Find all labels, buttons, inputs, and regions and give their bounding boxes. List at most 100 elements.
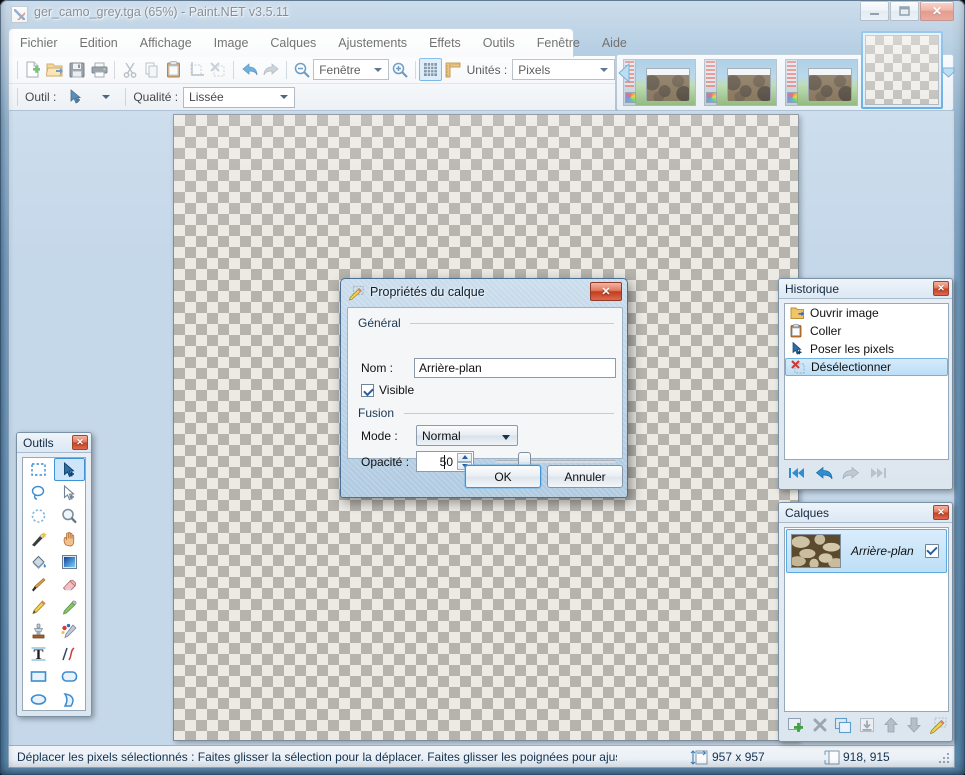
layers-panel-close-button[interactable]: ✕ bbox=[933, 505, 949, 520]
move-selected-pixels-icon[interactable] bbox=[54, 458, 85, 481]
layer-row[interactable]: Arrière-plan bbox=[786, 529, 947, 573]
thumbnail-1[interactable] bbox=[623, 59, 696, 106]
crop-icon[interactable] bbox=[185, 58, 207, 81]
tool-dropdown-arrow[interactable] bbox=[91, 87, 121, 108]
menu-effets[interactable]: Effets bbox=[418, 32, 472, 54]
cancel-button[interactable]: Annuler bbox=[547, 465, 623, 488]
history-list[interactable]: Ouvrir image Coller Poser les pixels Dés… bbox=[784, 303, 949, 460]
print-icon[interactable] bbox=[88, 58, 110, 81]
merge-layer-down-button[interactable] bbox=[857, 715, 878, 735]
paste-icon[interactable] bbox=[163, 58, 185, 81]
move-layer-up-button[interactable] bbox=[880, 715, 901, 735]
ok-button[interactable]: OK bbox=[465, 465, 541, 488]
opacity-slider-track[interactable] bbox=[496, 460, 616, 463]
clone-stamp-icon[interactable] bbox=[23, 619, 54, 642]
magic-wand-icon[interactable] bbox=[23, 527, 54, 550]
deselect-icon[interactable] bbox=[207, 58, 229, 81]
close-icon: ✕ bbox=[931, 4, 943, 18]
lasso-select-icon[interactable] bbox=[23, 481, 54, 504]
ellipse-shape-icon[interactable] bbox=[23, 688, 54, 711]
history-item-deselect[interactable]: Désélectionner bbox=[785, 358, 948, 376]
gradient-icon[interactable] bbox=[54, 550, 85, 573]
zoom-out-icon[interactable] bbox=[291, 58, 313, 81]
menu-calques[interactable]: Calques bbox=[259, 32, 327, 54]
new-icon[interactable] bbox=[22, 58, 44, 81]
blend-mode-combo[interactable]: Normal bbox=[416, 425, 518, 446]
zoom-level-combo[interactable]: Fenêtre bbox=[313, 59, 389, 80]
menu-fichier[interactable]: Fichier bbox=[9, 32, 69, 54]
visible-checkbox[interactable] bbox=[361, 384, 374, 397]
paint-bucket-icon[interactable] bbox=[23, 550, 54, 573]
pencil-icon[interactable] bbox=[23, 596, 54, 619]
layers-list[interactable]: Arrière-plan bbox=[784, 527, 949, 712]
color-picker-icon[interactable] bbox=[54, 596, 85, 619]
layer-properties-button[interactable] bbox=[927, 715, 948, 735]
freeform-shape-icon[interactable] bbox=[54, 688, 85, 711]
rectangle-select-icon[interactable] bbox=[23, 458, 54, 481]
recolor-icon[interactable] bbox=[54, 619, 85, 642]
mode-label: Mode : bbox=[361, 429, 398, 443]
zoom-in-icon[interactable] bbox=[389, 58, 411, 81]
chevron-down-icon bbox=[280, 95, 289, 99]
opacity-increment-button[interactable] bbox=[457, 453, 472, 462]
pan-icon[interactable] bbox=[54, 527, 85, 550]
layer-visibility-checkbox[interactable] bbox=[925, 544, 939, 558]
text-icon[interactable]: T bbox=[23, 642, 54, 665]
menu-outils[interactable]: Outils bbox=[472, 32, 526, 54]
undo-icon[interactable] bbox=[238, 58, 260, 81]
history-forward-button[interactable] bbox=[867, 463, 889, 483]
quality-combo[interactable]: Lissée bbox=[183, 86, 296, 108]
duplicate-layer-button[interactable] bbox=[833, 715, 854, 735]
thumbnail-strip-left-arrow[interactable] bbox=[617, 62, 631, 84]
thumbnail-desktop-bar bbox=[786, 60, 798, 105]
layer-name-input[interactable]: Arrière-plan bbox=[414, 358, 616, 378]
line-curve-icon[interactable] bbox=[54, 642, 85, 665]
menu-edition[interactable]: Edition bbox=[69, 32, 129, 54]
maximize-button[interactable] bbox=[890, 1, 919, 21]
units-combo[interactable]: Pixels bbox=[512, 59, 615, 80]
dialog-title: Propriétés du calque bbox=[370, 285, 485, 299]
thumbnail-strip-dropdown[interactable] bbox=[941, 62, 955, 80]
tools-panel-close-button[interactable]: ✕ bbox=[72, 435, 88, 450]
move-layer-down-button[interactable] bbox=[904, 715, 925, 735]
move-selected-pixels-icon[interactable] bbox=[61, 87, 91, 108]
rectangle-shape-icon[interactable] bbox=[23, 665, 54, 688]
layers-panel-title-bar: Calques ✕ bbox=[779, 503, 952, 523]
delete-layer-button[interactable] bbox=[810, 715, 831, 735]
ellipse-select-icon[interactable] bbox=[23, 504, 54, 527]
history-redo-button[interactable] bbox=[840, 463, 862, 483]
zoom-icon[interactable] bbox=[54, 504, 85, 527]
close-button[interactable]: ✕ bbox=[920, 1, 954, 21]
general-group-label: Général bbox=[358, 316, 401, 330]
history-item-paste[interactable]: Coller bbox=[785, 322, 948, 340]
save-icon[interactable] bbox=[66, 58, 88, 81]
cut-icon[interactable] bbox=[119, 58, 141, 81]
dialog-close-button[interactable]: ✕ bbox=[590, 282, 622, 301]
open-icon[interactable] bbox=[44, 58, 66, 81]
thumbnail-4[interactable] bbox=[861, 31, 943, 109]
grid-icon[interactable] bbox=[419, 58, 442, 81]
history-item-open-image[interactable]: Ouvrir image bbox=[785, 304, 948, 322]
history-panel-close-button[interactable]: ✕ bbox=[933, 281, 949, 296]
tools-panel-title-bar: Outils ✕ bbox=[17, 433, 91, 453]
history-rewind-button[interactable] bbox=[786, 463, 808, 483]
menu-fenetre[interactable]: Fenêtre bbox=[526, 32, 591, 54]
move-selection-icon[interactable] bbox=[54, 481, 85, 504]
ruler-icon[interactable] bbox=[442, 58, 464, 81]
rounded-rectangle-icon[interactable] bbox=[54, 665, 85, 688]
menu-image[interactable]: Image bbox=[203, 32, 260, 54]
copy-icon[interactable] bbox=[141, 58, 163, 81]
menu-ajustements[interactable]: Ajustements bbox=[327, 32, 418, 54]
paintbrush-icon[interactable] bbox=[23, 573, 54, 596]
thumbnail-2[interactable] bbox=[704, 59, 777, 106]
menu-aide[interactable]: Aide bbox=[591, 32, 638, 54]
resize-grip[interactable] bbox=[938, 752, 950, 764]
minimize-button[interactable] bbox=[860, 1, 889, 21]
redo-icon[interactable] bbox=[260, 58, 282, 81]
thumbnail-3[interactable] bbox=[785, 59, 858, 106]
eraser-icon[interactable] bbox=[54, 573, 85, 596]
history-item-finish-pixels[interactable]: Poser les pixels bbox=[785, 340, 948, 358]
menu-affichage[interactable]: Affichage bbox=[129, 32, 203, 54]
add-layer-button[interactable] bbox=[786, 715, 807, 735]
history-undo-button[interactable] bbox=[813, 463, 835, 483]
